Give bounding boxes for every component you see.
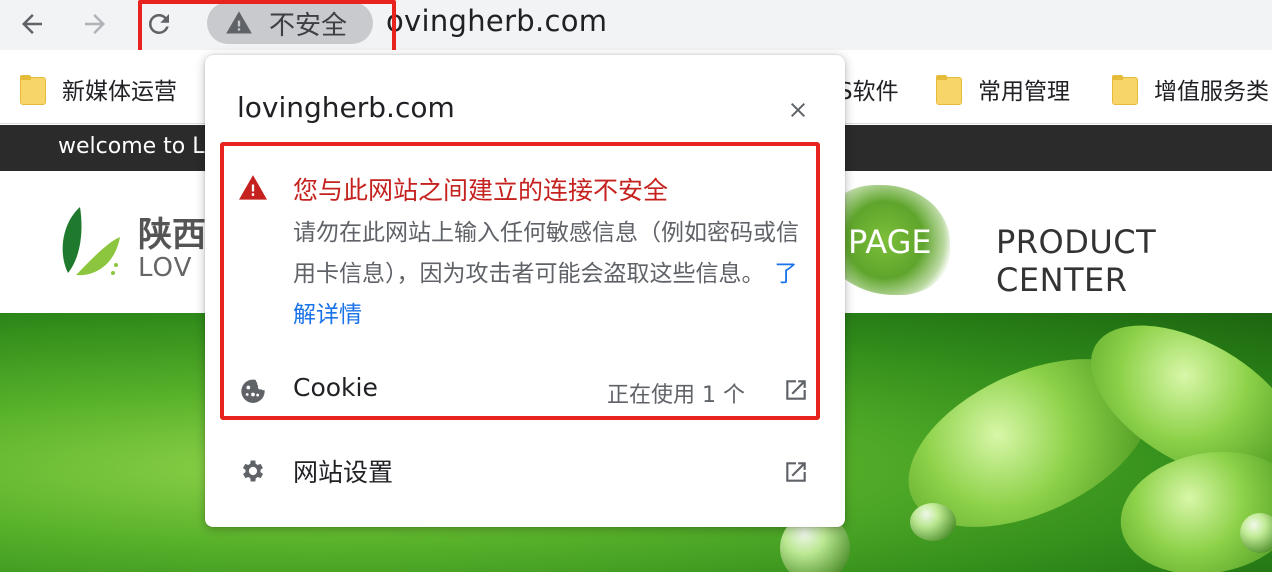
leaf-shape bbox=[1110, 438, 1272, 572]
water-drop bbox=[910, 503, 956, 541]
logo-english-text: LOV bbox=[138, 253, 193, 283]
nav-product-center-link[interactable]: PRODUCT CENTER bbox=[996, 223, 1272, 299]
gear-icon bbox=[242, 460, 264, 482]
water-drop bbox=[1240, 513, 1272, 553]
bookmark-folder[interactable]: 常用管理 bbox=[936, 72, 1070, 106]
bookmark-folder[interactable]: 增值服务类 bbox=[1112, 72, 1269, 106]
leaf-logo-icon bbox=[62, 207, 120, 276]
highlight-box-warning bbox=[220, 142, 820, 420]
folder-icon bbox=[20, 75, 46, 105]
bookmark-label: 增值服务类 bbox=[1154, 79, 1269, 105]
close-icon bbox=[791, 103, 805, 117]
arrow-right-icon bbox=[85, 14, 105, 34]
welcome-text: welcome to L bbox=[58, 134, 205, 159]
close-button[interactable] bbox=[781, 93, 815, 127]
bookmark-label: 常用管理 bbox=[978, 79, 1070, 105]
bookmark-folder[interactable]: 新媒体运营 bbox=[20, 72, 177, 106]
popup-title: lovingherb.com bbox=[237, 91, 455, 124]
external-link-icon bbox=[786, 462, 806, 482]
site-settings-row[interactable]: 网站设置 bbox=[205, 437, 845, 505]
back-button[interactable] bbox=[12, 6, 52, 42]
bookmark-label: S软件 bbox=[838, 79, 899, 105]
folder-icon bbox=[1112, 75, 1138, 105]
bookmark-label: 新媒体运营 bbox=[62, 79, 177, 105]
arrow-left-icon bbox=[22, 14, 42, 34]
folder-icon bbox=[936, 75, 962, 105]
forward-button[interactable] bbox=[75, 6, 115, 42]
logo-chinese-text: 陕西 bbox=[138, 215, 206, 255]
site-settings-label: 网站设置 bbox=[293, 458, 394, 487]
browser-toolbar: 不安全 ovingherb.com bbox=[0, 0, 1272, 60]
url-text[interactable]: ovingherb.com bbox=[386, 4, 607, 38]
nav-home-link[interactable]: PAGE bbox=[848, 223, 932, 261]
